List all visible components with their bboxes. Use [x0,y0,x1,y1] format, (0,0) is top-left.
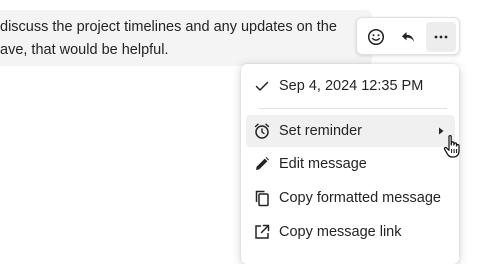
message-action-bar [356,17,460,55]
message-bubble: discuss the project timelines and any up… [0,10,372,66]
menu-item-edit-message[interactable]: Edit message [246,148,455,180]
copy-icon [255,190,269,207]
hand-pointer-cursor-icon [443,135,460,158]
alarm-clock-icon [254,123,270,139]
menu-item-copy-message-link[interactable]: Copy message link [246,216,455,248]
external-link-icon [255,224,270,239]
menu-item-timestamp: Sep 4, 2024 12:35 PM [246,70,455,102]
message-context-menu: Sep 4, 2024 12:35 PM Set reminder Edit m… [241,64,459,264]
more-options-icon [434,35,448,39]
reply-button[interactable] [393,22,423,52]
menu-item-copy-formatted-message[interactable]: Copy formatted message [246,182,455,214]
message-text-line-1: discuss the project timelines and any up… [0,19,337,35]
pencil-icon [256,157,269,170]
set-reminder-label: Set reminder [279,123,363,139]
reply-icon [402,32,414,42]
more-options-button[interactable] [426,22,456,52]
edit-message-label: Edit message [279,156,367,172]
emoji-icon [367,28,385,46]
menu-divider [259,108,447,109]
menu-item-set-reminder[interactable]: Set reminder [246,115,455,147]
check-icon [255,81,269,91]
copy-message-link-label: Copy message link [279,224,402,240]
copy-formatted-message-label: Copy formatted message [279,190,441,206]
timestamp-label: Sep 4, 2024 12:35 PM [279,78,424,94]
message-text-line-2: ave, that would be helpful. [0,42,169,58]
add-reaction-button[interactable] [361,22,391,52]
